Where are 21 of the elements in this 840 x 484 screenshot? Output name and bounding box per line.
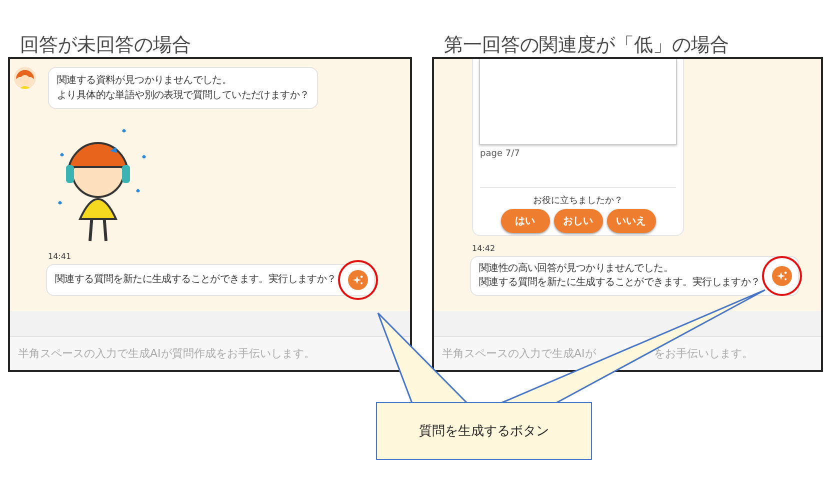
message-text: 関連する質問を新たに生成することができます。実行しますか？ bbox=[55, 273, 336, 287]
section-title: 第一回答の関連度が「低」の場合 bbox=[444, 33, 730, 57]
text-input[interactable]: 半角スペースの入力で生成AIが をお手伝いします。 bbox=[434, 337, 821, 370]
feedback-button[interactable]: はい bbox=[500, 209, 550, 233]
timestamp: 14:41 bbox=[48, 252, 72, 261]
avatar bbox=[14, 67, 36, 89]
feedback-button[interactable]: いいえ bbox=[606, 209, 656, 233]
section-title: 回答が未回答の場合 bbox=[20, 33, 192, 57]
sparkle-icon bbox=[777, 271, 788, 281]
highlight-circle bbox=[762, 256, 802, 296]
generate-question-button[interactable] bbox=[348, 270, 368, 290]
callout: 質問を生成するボタン bbox=[376, 402, 592, 460]
generate-question-button[interactable] bbox=[772, 266, 792, 286]
timestamp: 14:42 bbox=[472, 244, 496, 253]
feedback-button[interactable]: おしい bbox=[554, 209, 602, 233]
chat-bubble: 関連する資料が見つかりませんでした。 より具体的な単語や別の表現で質問していただけますか？ bbox=[48, 67, 318, 109]
sparkle-icon bbox=[353, 275, 364, 285]
highlight-circle bbox=[338, 260, 378, 300]
message-text: 関連性の高い回答が見つかりませんでした。 関連する質問を新たに生成することができます。実行しますか？ bbox=[479, 262, 760, 290]
feedback-question: お役に立ちましたか？ bbox=[533, 194, 623, 207]
page-number: page 7/7 bbox=[480, 149, 520, 159]
